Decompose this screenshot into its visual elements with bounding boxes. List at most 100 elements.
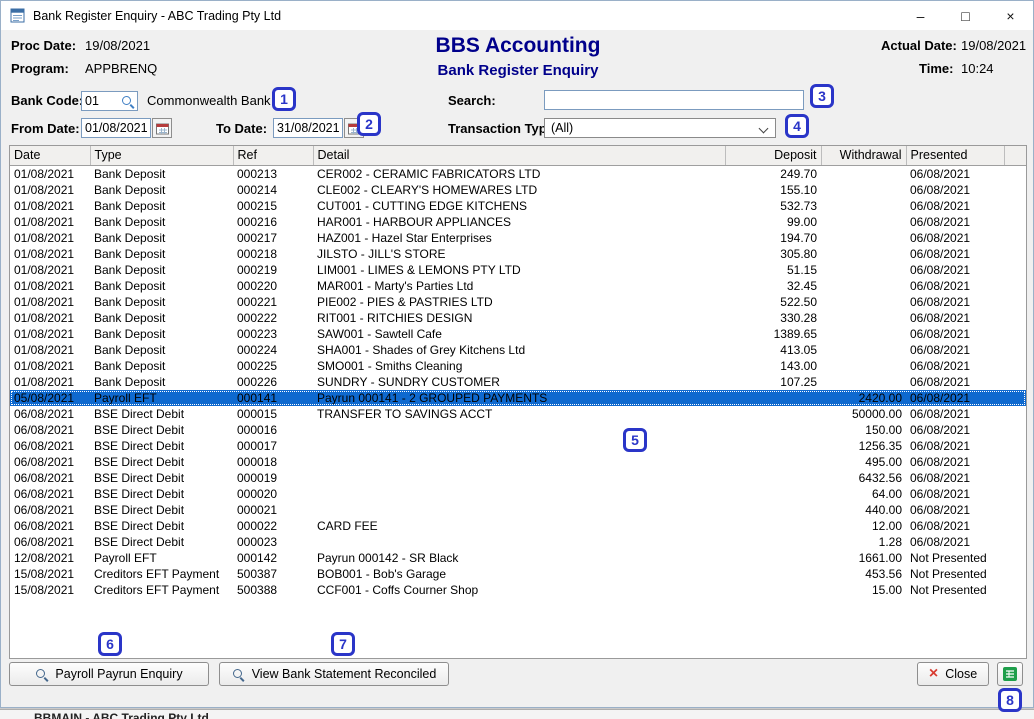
table-row[interactable]: 05/08/2021Payroll EFT000141Payrun 000141…	[10, 390, 1026, 406]
table-row[interactable]: 01/08/2021Bank Deposit000218JILSTO - JIL…	[10, 246, 1026, 262]
column-header-detail[interactable]: Detail	[313, 146, 725, 165]
cell: Payroll EFT	[90, 390, 233, 406]
cell: BSE Direct Debit	[90, 502, 233, 518]
cell	[821, 342, 906, 358]
cell: LIM001 - LIMES & LEMONS PTY LTD	[313, 262, 725, 278]
table-row[interactable]: 01/08/2021Bank Deposit000224SHA001 - Sha…	[10, 342, 1026, 358]
table-row[interactable]: 06/08/2021BSE Direct Debit0000231.2806/0…	[10, 534, 1026, 550]
bank-code-input[interactable]	[85, 94, 121, 108]
excel-export-button[interactable]	[997, 662, 1023, 686]
excel-export-icon	[1002, 666, 1018, 682]
cell	[1004, 502, 1026, 518]
table-row[interactable]: 06/08/2021BSE Direct Debit000016150.0006…	[10, 422, 1026, 438]
table-row[interactable]: 01/08/2021Bank Deposit000222RIT001 - RIT…	[10, 310, 1026, 326]
cell: 495.00	[821, 454, 906, 470]
table-row[interactable]: 06/08/2021BSE Direct Debit00002064.0006/…	[10, 486, 1026, 502]
to-date-field[interactable]	[273, 118, 343, 138]
table-row[interactable]: 06/08/2021BSE Direct Debit0000171256.350…	[10, 438, 1026, 454]
table-row[interactable]: 01/08/2021Bank Deposit000215CUT001 - CUT…	[10, 198, 1026, 214]
cell: Payrun 000141 - 2 GROUPED PAYMENTS	[313, 390, 725, 406]
table-row[interactable]: 01/08/2021Bank Deposit000213CER002 - CER…	[10, 165, 1026, 182]
search-input[interactable]	[548, 93, 800, 107]
cell	[725, 534, 821, 550]
cell: 000215	[233, 198, 313, 214]
cell: 1389.65	[725, 326, 821, 342]
callout-5: 5	[623, 428, 647, 452]
cell: 06/08/2021	[10, 486, 90, 502]
table-row[interactable]: 06/08/2021BSE Direct Debit000021440.0006…	[10, 502, 1026, 518]
cell: PIE002 - PIES & PASTRIES LTD	[313, 294, 725, 310]
to-date-input[interactable]	[277, 121, 339, 135]
table-row[interactable]: 01/08/2021Bank Deposit000217HAZ001 - Haz…	[10, 230, 1026, 246]
cell: 000020	[233, 486, 313, 502]
cell: BSE Direct Debit	[90, 518, 233, 534]
cell: BSE Direct Debit	[90, 534, 233, 550]
cell	[1004, 310, 1026, 326]
cell	[725, 422, 821, 438]
table-row[interactable]: 15/08/2021Creditors EFT Payment500387BOB…	[10, 566, 1026, 582]
search-field[interactable]	[544, 90, 804, 110]
cell: 50000.00	[821, 406, 906, 422]
transaction-type-dropdown[interactable]: (All)	[544, 118, 776, 138]
cell: TRANSFER TO SAVINGS ACCT	[313, 406, 725, 422]
table-row[interactable]: 06/08/2021BSE Direct Debit0000196432.560…	[10, 470, 1026, 486]
cell	[313, 454, 725, 470]
cell: 06/08/2021	[906, 278, 1004, 294]
cell: 413.05	[725, 342, 821, 358]
table-row[interactable]: 01/08/2021Bank Deposit000216HAR001 - HAR…	[10, 214, 1026, 230]
titlebar[interactable]: Bank Register Enquiry - ABC Trading Pty …	[1, 1, 1033, 30]
column-header-date[interactable]: Date	[10, 146, 90, 165]
table-row[interactable]: 01/08/2021Bank Deposit000225SMO001 - Smi…	[10, 358, 1026, 374]
cell	[1004, 470, 1026, 486]
cell	[313, 502, 725, 518]
close-window-button[interactable]: ×	[988, 1, 1033, 30]
table-row[interactable]: 01/08/2021Bank Deposit000221PIE002 - PIE…	[10, 294, 1026, 310]
minimize-button[interactable]: –	[898, 1, 943, 30]
table-row[interactable]: 06/08/2021BSE Direct Debit000018495.0006…	[10, 454, 1026, 470]
cell: 000216	[233, 214, 313, 230]
transaction-type-value: (All)	[551, 121, 573, 135]
view-bank-statement-label: View Bank Statement Reconciled	[252, 667, 437, 681]
maximize-button[interactable]: □	[943, 1, 988, 30]
cell: 500387	[233, 566, 313, 582]
background-window-edge[interactable]: BBMAIN - ABC Trading Pty Ltd	[0, 709, 1034, 719]
column-header-type[interactable]: Type	[90, 146, 233, 165]
view-bank-statement-reconciled-button[interactable]: View Bank Statement Reconciled	[219, 662, 449, 686]
table-row[interactable]: 06/08/2021BSE Direct Debit000015TRANSFER…	[10, 406, 1026, 422]
actual-date-value: 19/08/2021	[961, 38, 1026, 53]
table-row[interactable]: 01/08/2021Bank Deposit000219LIM001 - LIM…	[10, 262, 1026, 278]
cell: Bank Deposit	[90, 374, 233, 390]
cell: 143.00	[725, 358, 821, 374]
column-header-withdrawal[interactable]: Withdrawal	[821, 146, 906, 165]
table-row[interactable]: 15/08/2021Creditors EFT Payment500388CCF…	[10, 582, 1026, 598]
cell	[821, 374, 906, 390]
cell: 06/08/2021	[906, 486, 1004, 502]
column-header-deposit[interactable]: Deposit	[725, 146, 821, 165]
from-date-field[interactable]	[81, 118, 151, 138]
cell: 1.28	[821, 534, 906, 550]
from-date-calendar-button[interactable]	[152, 118, 172, 138]
cell	[821, 326, 906, 342]
bank-code-lookup-icon[interactable]	[121, 95, 134, 108]
from-date-input[interactable]	[85, 121, 147, 135]
cell: HAR001 - HARBOUR APPLIANCES	[313, 214, 725, 230]
table-row[interactable]: 12/08/2021Payroll EFT000142Payrun 000142…	[10, 550, 1026, 566]
column-header-ref[interactable]: Ref	[233, 146, 313, 165]
table-row[interactable]: 01/08/2021Bank Deposit000226SUNDRY - SUN…	[10, 374, 1026, 390]
table-row[interactable]: 06/08/2021BSE Direct Debit000022CARD FEE…	[10, 518, 1026, 534]
cell: CARD FEE	[313, 518, 725, 534]
table-row[interactable]: 01/08/2021Bank Deposit000214CLE002 - CLE…	[10, 182, 1026, 198]
cell: 01/08/2021	[10, 278, 90, 294]
cell	[1004, 534, 1026, 550]
table-row[interactable]: 01/08/2021Bank Deposit000220MAR001 - Mar…	[10, 278, 1026, 294]
cell: 06/08/2021	[906, 198, 1004, 214]
cell	[1004, 390, 1026, 406]
bank-code-field[interactable]	[81, 91, 138, 111]
cell	[313, 486, 725, 502]
payroll-payrun-enquiry-button[interactable]: Payroll Payrun Enquiry	[9, 662, 209, 686]
close-button[interactable]: × Close	[917, 662, 989, 686]
cell	[1004, 566, 1026, 582]
column-header-presented[interactable]: Presented	[906, 146, 1004, 165]
table-row[interactable]: 01/08/2021Bank Deposit000223SAW001 - Saw…	[10, 326, 1026, 342]
cell: 06/08/2021	[10, 470, 90, 486]
